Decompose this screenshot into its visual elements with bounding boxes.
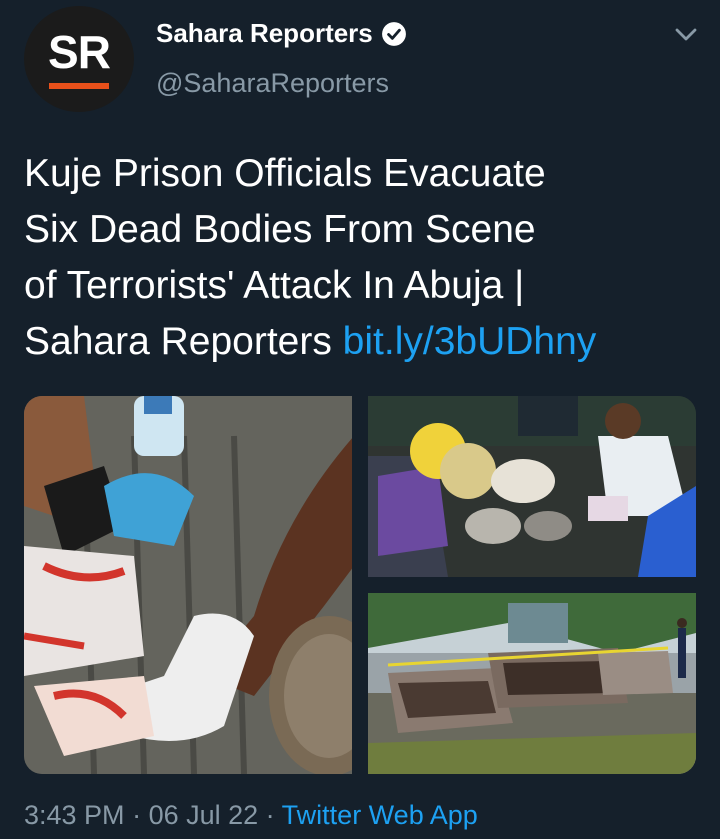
avatar-logo-bar	[49, 83, 109, 89]
burnt-cars-photo[interactable]	[368, 593, 696, 774]
tweet-date[interactable]: 06 Jul 22	[149, 800, 259, 830]
display-name[interactable]: Sahara Reporters	[156, 18, 373, 49]
author-handle[interactable]: @SaharaReporters	[156, 68, 389, 99]
gloved-hands-photo[interactable]	[24, 396, 352, 774]
tweet-text-line: Kuje Prison Officials Evacuate	[24, 152, 546, 195]
media-grid	[24, 396, 696, 774]
officials-in-truck-photo[interactable]	[368, 396, 696, 577]
avatar-logo-text: SR	[48, 26, 111, 78]
avatar[interactable]: SR	[24, 6, 134, 112]
tweet-time[interactable]: 3:43 PM	[24, 800, 125, 830]
chevron-down-icon[interactable]	[672, 24, 700, 46]
tweet-text-line: Sahara Reporters bit.ly/3bUDhny	[24, 314, 704, 370]
author-name-row[interactable]: Sahara Reporters	[156, 18, 407, 49]
tweet-text-line: of Terrorists' Attack In Abuja |	[24, 264, 525, 307]
tweet-meta: 3:43 PM · 06 Jul 22 · Twitter Web App	[24, 800, 478, 831]
tweet-text-line-last: Sahara Reporters	[24, 320, 343, 363]
tweet-text-line: Six Dead Bodies From Scene	[24, 208, 536, 251]
meta-separator: ·	[124, 800, 149, 830]
tweet-source-link[interactable]: Twitter Web App	[282, 800, 478, 830]
tweet-link[interactable]: bit.ly/3bUDhny	[343, 320, 597, 363]
tweet-text: Kuje Prison Officials Evacuate Six Dead …	[24, 146, 704, 370]
meta-separator: ·	[258, 800, 282, 830]
verified-badge-icon	[381, 21, 406, 46]
